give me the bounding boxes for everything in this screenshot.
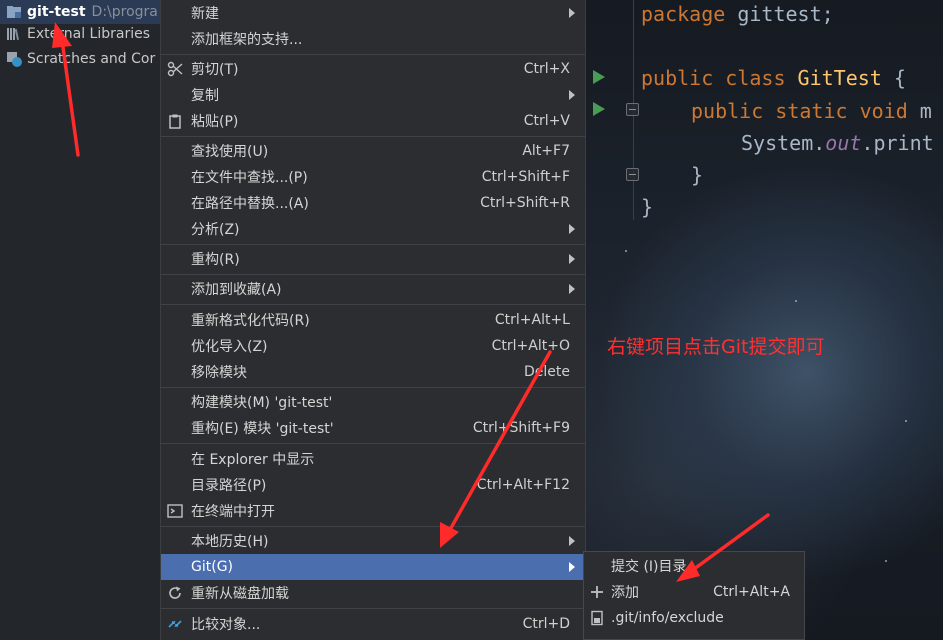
annotation-text: 右键项目点击Git提交即可	[607, 336, 825, 358]
menu-item-git[interactable]: Git(G)	[161, 554, 585, 580]
menu-separator	[161, 608, 585, 609]
menu-item-remove-module[interactable]: 移除模块 Delete	[161, 359, 585, 385]
scissors-icon	[167, 61, 183, 77]
compare-icon	[168, 620, 182, 628]
submenu-arrow-icon	[569, 536, 575, 546]
menu-item-replace-in-path[interactable]: 在路径中替换...(A) Ctrl+Shift+R	[161, 190, 585, 216]
module-folder-icon	[7, 6, 21, 18]
code-line: package gittest;	[641, 2, 834, 26]
file-icon	[591, 610, 603, 626]
menu-item-compare-with[interactable]: 比较对象... Ctrl+D	[161, 611, 585, 637]
run-class-icon[interactable]	[593, 70, 605, 84]
reload-icon	[169, 586, 181, 599]
menu-separator	[161, 274, 585, 275]
menu-item-rebuild-module[interactable]: 重构(E) 模块 'git-test' Ctrl+Shift+F9	[161, 415, 585, 441]
code-line: }	[641, 195, 654, 219]
tree-item-scratches[interactable]: Scratches and Cor	[0, 47, 160, 71]
menu-item-optimize-imports[interactable]: 优化导入(Z) Ctrl+Alt+O	[161, 333, 585, 359]
libraries-icon	[7, 28, 20, 41]
submenu-arrow-icon	[569, 90, 575, 100]
submenu-arrow-icon	[569, 8, 575, 18]
code-line: public static void m	[691, 99, 932, 123]
menu-item-directory-path[interactable]: 目录路径(P) Ctrl+Alt+F12	[161, 472, 585, 498]
submenu-item-commit-directory[interactable]: 提交 (I)目录	[584, 553, 804, 579]
scratches-icon	[7, 52, 22, 67]
clipboard-icon	[169, 114, 181, 129]
fold-icon[interactable]	[626, 103, 639, 116]
menu-separator	[161, 443, 585, 444]
menu-item-add-to-favorites[interactable]: 添加到收藏(A)	[161, 276, 585, 302]
submenu-item-add[interactable]: 添加 Ctrl+Alt+A	[584, 579, 804, 605]
menu-item-local-history[interactable]: 本地历史(H)	[161, 528, 585, 554]
menu-separator	[161, 304, 585, 305]
run-method-icon[interactable]	[593, 102, 605, 116]
menu-item-add-framework[interactable]: 添加框架的支持...	[161, 26, 585, 52]
menu-separator	[161, 244, 585, 245]
project-name: git-test	[27, 4, 86, 20]
context-menu: 新建 添加框架的支持... 剪切(T) Ctrl+X 复制 粘贴(P) Ctrl…	[160, 0, 586, 640]
menu-item-open-in-terminal[interactable]: 在终端中打开	[161, 498, 585, 524]
menu-separator	[161, 136, 585, 137]
submenu-arrow-icon	[569, 254, 575, 264]
tree-item-label: Scratches and Cor	[27, 51, 156, 67]
tree-item-git-test[interactable]: git-test D:\progra	[0, 0, 160, 24]
menu-item-paste[interactable]: 粘贴(P) Ctrl+V	[161, 108, 585, 134]
menu-separator	[161, 526, 585, 527]
submenu-arrow-icon	[569, 562, 575, 572]
menu-item-find-in-files[interactable]: 在文件中查找...(P) Ctrl+Shift+F	[161, 164, 585, 190]
menu-item-build-module[interactable]: 构建模块(M) 'git-test'	[161, 389, 585, 415]
menu-item-reload-from-disk[interactable]: 重新从磁盘加载	[161, 580, 585, 606]
menu-item-refactor[interactable]: 重构(R)	[161, 246, 585, 272]
menu-item-show-in-explorer[interactable]: 在 Explorer 中显示	[161, 446, 585, 472]
menu-item-new[interactable]: 新建	[161, 0, 585, 26]
git-submenu: 提交 (I)目录 添加 Ctrl+Alt+A .git/info/exclude	[583, 551, 805, 640]
submenu-arrow-icon	[569, 224, 575, 234]
menu-item-copy[interactable]: 复制	[161, 82, 585, 108]
menu-item-analyze[interactable]: 分析(Z)	[161, 216, 585, 242]
tree-item-label: External Libraries	[27, 26, 150, 42]
menu-item-reformat-code[interactable]: 重新格式化代码(R) Ctrl+Alt+L	[161, 307, 585, 333]
code-line: System.out.print	[741, 131, 934, 155]
code-line: public class GitTest {	[641, 66, 906, 90]
menu-separator	[161, 387, 585, 388]
submenu-arrow-icon	[569, 284, 575, 294]
terminal-icon	[167, 504, 183, 518]
code-editor[interactable]: package gittest; public class GitTest { …	[585, 0, 943, 640]
plus-icon	[591, 586, 603, 598]
menu-item-cut[interactable]: 剪切(T) Ctrl+X	[161, 56, 585, 82]
project-panel: git-test D:\progra External Libraries Sc…	[0, 0, 160, 640]
fold-icon[interactable]	[626, 168, 639, 181]
submenu-item-git-exclude[interactable]: .git/info/exclude	[584, 605, 804, 631]
menu-item-find-usages[interactable]: 查找使用(U) Alt+F7	[161, 138, 585, 164]
code-line: }	[691, 163, 704, 187]
project-path: D:\progra	[91, 4, 158, 20]
tree-item-external-libraries[interactable]: External Libraries	[0, 22, 160, 46]
menu-separator	[161, 54, 585, 55]
